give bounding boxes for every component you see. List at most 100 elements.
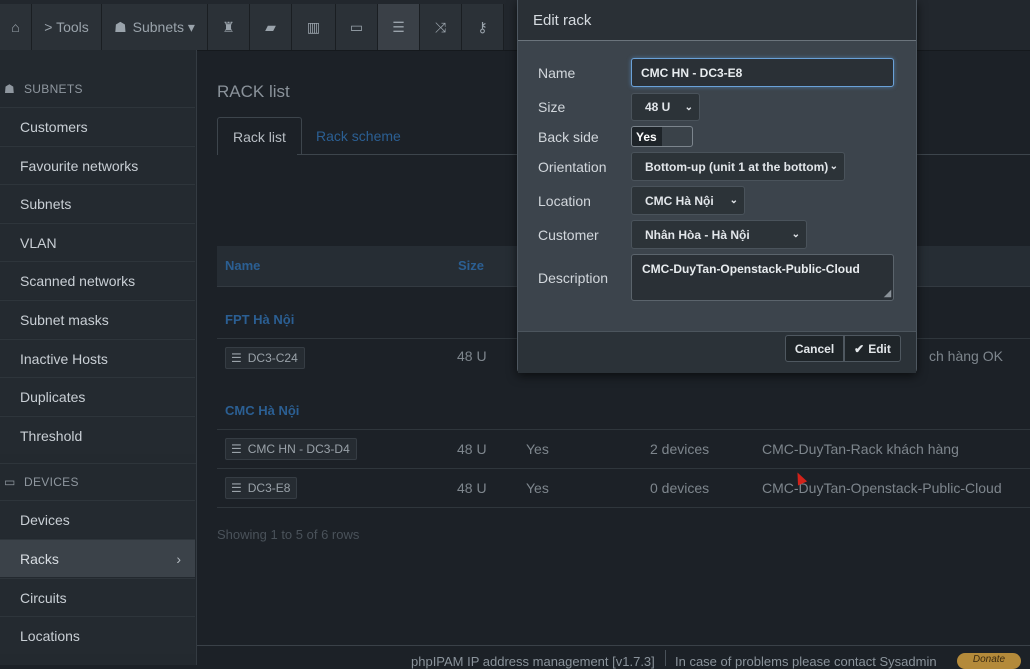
footer-app-info[interactable]: phpIPAM IP address management [v1.7.3] xyxy=(411,654,655,669)
sidebar-item-label: Subnets xyxy=(20,195,72,212)
size-label: Size xyxy=(538,99,566,115)
orientation-label: Orientation xyxy=(538,159,607,175)
shuffle-icon: ⤨ xyxy=(434,18,447,35)
table-row[interactable]: ☰ DC3-E8 48 U Yes 0 devices CMC-DuyTan-Op… xyxy=(217,468,1030,507)
tab-rack-scheme[interactable]: Rack scheme xyxy=(301,117,416,155)
sidebar-item-label: Racks xyxy=(20,550,59,567)
checkmark-icon: ✔ xyxy=(854,341,865,356)
column-header-name[interactable]: Name xyxy=(225,258,260,273)
sidebar: ☗ SUBNETS Customers Favourite networks S… xyxy=(0,50,197,665)
tab-rack-list[interactable]: Rack list xyxy=(217,117,302,155)
rack-name-button[interactable]: ☰ DC3-C24 xyxy=(225,347,305,369)
size-select[interactable]: 48 U ⌄ xyxy=(631,93,700,121)
modal-body: Name CMC HN - DC3-E8 Size 48 U ⌄ Back sid… xyxy=(518,41,916,331)
divider xyxy=(665,650,666,666)
description-label: Description xyxy=(538,270,609,286)
rack-size: 48 U xyxy=(457,441,487,457)
subnets-label: Subnets ▾ xyxy=(132,18,195,35)
customer-select[interactable]: Nhân Hòa - Hà Nội ⌄ xyxy=(631,220,807,249)
sidebar-item-favourite-networks[interactable]: Favourite networks xyxy=(0,146,195,184)
home-button[interactable]: ⌂ xyxy=(0,4,32,50)
chevron-down-icon: ⌄ xyxy=(829,161,838,172)
sidebar-item-devices[interactable]: Devices xyxy=(0,500,195,538)
sidebar-item-subnet-masks[interactable]: Subnet masks xyxy=(0,300,195,338)
subnets-button[interactable]: ☗ Subnets ▾ xyxy=(102,4,208,50)
list-icon: ☰ xyxy=(392,18,405,35)
sidebar-item-label: Devices xyxy=(20,511,70,528)
devices-section-header: ▭ DEVICES xyxy=(0,463,196,500)
tools-label: > Tools xyxy=(44,19,89,35)
resize-grip-icon[interactable]: ◢ xyxy=(884,288,891,299)
sidebar-item-racks[interactable]: Racks › xyxy=(0,539,195,577)
racks-nav-button[interactable]: ☰ xyxy=(378,4,420,50)
toggle-on-label: Yes xyxy=(632,127,662,146)
sidebar-item-subnets[interactable]: Subnets xyxy=(0,184,195,222)
cancel-button[interactable]: Cancel xyxy=(785,335,844,362)
sidebar-item-label: Threshold xyxy=(20,427,83,444)
list-icon: ☰ xyxy=(231,351,242,365)
rack-name: DC3-C24 xyxy=(247,351,298,365)
sidebar-item-vlan[interactable]: VLAN xyxy=(0,223,195,261)
subnets-section-header: ☗ SUBNETS xyxy=(0,71,196,107)
page-title: RACK list xyxy=(217,82,290,101)
description-value: CMC-DuyTan-Openstack-Public-Cloud xyxy=(642,262,860,276)
orientation-value: Bottom-up (unit 1 at the bottom) xyxy=(645,159,829,174)
sidebar-item-customers[interactable]: Customers xyxy=(0,107,195,145)
key-icon: ⚷ xyxy=(477,18,488,35)
rack-back-side: Yes xyxy=(526,480,549,496)
list-icon: ☰ xyxy=(231,481,242,495)
tools-button[interactable]: > Tools xyxy=(32,4,102,50)
sidebar-item-inactive-hosts[interactable]: Inactive Hosts xyxy=(0,339,195,377)
rack-devices: 2 devices xyxy=(650,441,710,457)
back-side-toggle[interactable]: Yes xyxy=(631,126,693,147)
table-bottom-border xyxy=(217,507,1030,509)
table-row[interactable]: ☰ CMC HN - DC3-D4 48 U Yes 2 devices CMC-… xyxy=(217,429,1030,468)
network-icon: ☗ xyxy=(114,18,127,35)
size-value: 48 U xyxy=(645,100,671,114)
rack-name-button[interactable]: ☰ CMC HN - DC3-D4 xyxy=(225,438,357,460)
column-header-size[interactable]: Size xyxy=(458,258,484,273)
key-nav-button[interactable]: ⚷ xyxy=(462,4,504,50)
rack-description: ch hàng OK xyxy=(929,348,1003,364)
location-label: Location xyxy=(538,193,591,209)
rack-size: 48 U xyxy=(457,348,487,364)
map-nav-button[interactable]: ▥ xyxy=(292,4,336,50)
location-select[interactable]: CMC Hà Nội ⌄ xyxy=(631,186,745,215)
sidebar-item-locations[interactable]: Locations xyxy=(0,616,195,654)
name-input[interactable]: CMC HN - DC3-E8 xyxy=(631,58,894,87)
footer: phpIPAM IP address management [v1.7.3] I… xyxy=(197,645,1030,669)
sidebar-item-circuits[interactable]: Circuits xyxy=(0,578,195,616)
sidebar-item-label: VLAN xyxy=(20,234,57,251)
monitor-icon: ▭ xyxy=(4,475,16,489)
edit-button[interactable]: ✔ Edit xyxy=(844,335,901,362)
chevron-down-icon: ⌄ xyxy=(684,102,693,113)
rack-devices: 0 devices xyxy=(650,480,710,496)
sidebar-item-label: Circuits xyxy=(20,589,67,606)
map-icon: ▥ xyxy=(306,18,321,35)
shuffle-nav-button[interactable]: ⤨ xyxy=(420,4,462,50)
network-icon: ☗ xyxy=(4,82,16,96)
sidebar-item-scanned-networks[interactable]: Scanned networks xyxy=(0,261,195,299)
devices-header-label: DEVICES xyxy=(24,475,79,489)
location-value: CMC Hà Nội xyxy=(645,193,714,208)
edit-rack-modal: Edit rack Name CMC HN - DC3-E8 Size 48 U… xyxy=(517,0,917,373)
folder-nav-button[interactable]: ▰ xyxy=(250,4,292,50)
footer-contact[interactable]: In case of problems please contact Sysad… xyxy=(675,654,937,669)
rack-name-button[interactable]: ☰ DC3-E8 xyxy=(225,477,298,499)
sidebar-item-label: Inactive Hosts xyxy=(20,350,108,367)
sidebar-item-duplicates[interactable]: Duplicates xyxy=(0,377,195,415)
rack-size: 48 U xyxy=(457,480,487,496)
modal-title: Edit rack xyxy=(533,11,592,29)
orientation-select[interactable]: Bottom-up (unit 1 at the bottom) ⌄ xyxy=(631,152,845,181)
modal-header: Edit rack xyxy=(518,0,916,41)
sidebar-item-label: Customers xyxy=(20,118,88,135)
sidebar-item-label: Locations xyxy=(20,627,80,644)
sidebar-item-label: Favourite networks xyxy=(20,157,139,174)
description-textarea[interactable]: CMC-DuyTan-Openstack-Public-Cloud ◢ xyxy=(631,254,894,301)
sidebar-item-threshold[interactable]: Threshold xyxy=(0,416,195,454)
monitor-nav-button[interactable]: ▭ xyxy=(336,4,378,50)
devices-nav-button[interactable]: ♜ xyxy=(208,4,250,50)
home-icon: ⌂ xyxy=(11,19,20,35)
donate-button[interactable]: Donate xyxy=(957,653,1021,669)
sidebar-item-label: Scanned networks xyxy=(20,272,136,289)
